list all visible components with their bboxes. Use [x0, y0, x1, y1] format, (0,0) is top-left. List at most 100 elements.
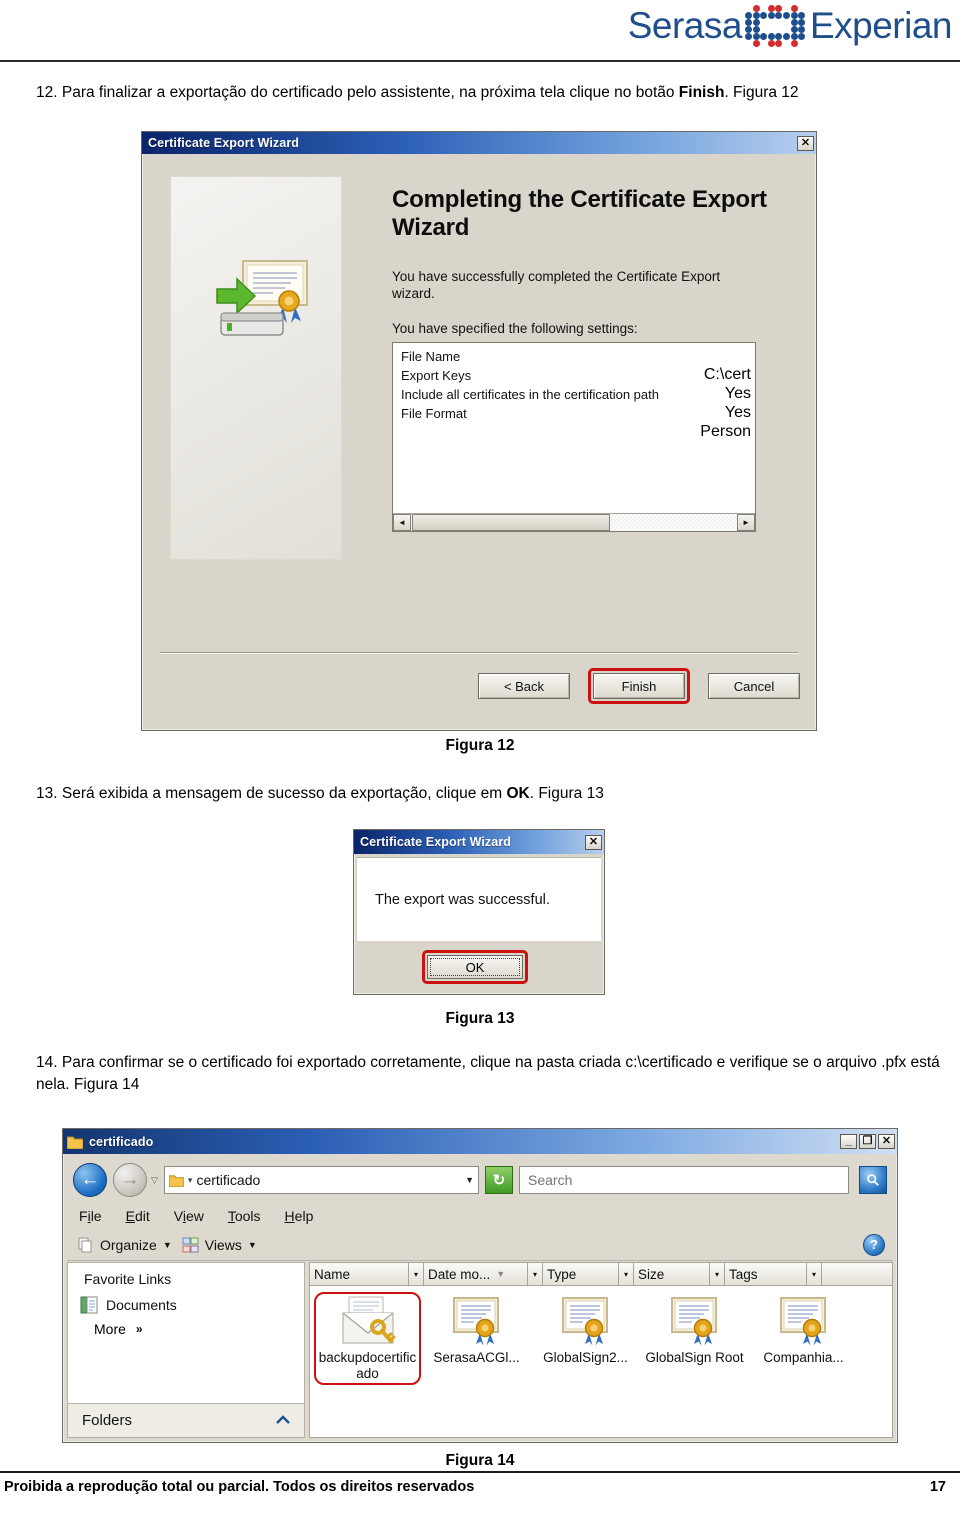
- views-button[interactable]: Views ▼: [182, 1237, 257, 1253]
- folders-label: Folders: [82, 1412, 133, 1429]
- chevron-down-icon[interactable]: ▼: [163, 1240, 172, 1250]
- sidebar-more-button[interactable]: More »: [68, 1317, 304, 1337]
- export-success-dialog[interactable]: Certificate Export Wizard ✕ The export w…: [353, 829, 605, 995]
- file-item[interactable]: backupdocertificado: [314, 1292, 421, 1385]
- column-header-size[interactable]: Size: [634, 1262, 710, 1286]
- views-icon: [182, 1237, 199, 1252]
- windows-explorer-window[interactable]: certificado _ ❐ ✕ ← → ▽ ▾ certificado ▼ …: [62, 1128, 898, 1443]
- setting-key: File Name: [401, 349, 461, 364]
- column-header-name[interactable]: Name: [309, 1262, 409, 1286]
- file-label: GlobalSign2...: [543, 1350, 628, 1365]
- help-icon[interactable]: ?: [863, 1233, 885, 1256]
- scroll-right-icon[interactable]: ►: [737, 514, 755, 531]
- file-label: backupdocertificado: [318, 1350, 417, 1381]
- close-icon[interactable]: ✕: [585, 834, 602, 850]
- close-icon[interactable]: ✕: [797, 135, 814, 151]
- menu-item-tools[interactable]: Tools: [228, 1208, 261, 1224]
- menu-item-edit[interactable]: Edit: [126, 1208, 150, 1224]
- setting-value: Person: [700, 423, 751, 440]
- column-filter-caret-icon[interactable]: ▾: [528, 1262, 543, 1286]
- refresh-icon[interactable]: ↻: [485, 1166, 513, 1194]
- setting-key: Export Keys: [401, 368, 472, 383]
- logo-text-serasa: Serasa: [627, 5, 743, 46]
- views-label: Views: [204, 1236, 242, 1253]
- sidebar-item-documents[interactable]: Documents: [68, 1293, 304, 1317]
- recent-pages-caret-icon[interactable]: ▽: [151, 1175, 158, 1186]
- maximize-icon[interactable]: ❐: [859, 1134, 876, 1149]
- column-header-tags[interactable]: Tags: [725, 1262, 807, 1286]
- close-icon[interactable]: ✕: [878, 1134, 895, 1149]
- chevron-double-right-icon: »: [135, 1322, 143, 1336]
- explorer-main: Favorite Links Documents More » Folders: [67, 1262, 893, 1438]
- certificate-icon: [452, 1297, 499, 1346]
- breadcrumb-separator-icon: ▾: [187, 1174, 193, 1185]
- step-12: 12. Para finalizar a exportação do certi…: [36, 82, 936, 104]
- address-dropdown-icon[interactable]: ▼: [465, 1175, 474, 1185]
- search-input[interactable]: [519, 1166, 849, 1194]
- step-12-text-after: . Figura 12: [724, 84, 799, 101]
- file-item[interactable]: GlobalSign2...: [532, 1292, 639, 1369]
- column-filter-caret-icon[interactable]: ▾: [409, 1262, 424, 1286]
- explorer-title: certificado: [89, 1134, 154, 1149]
- organize-icon: [78, 1237, 92, 1252]
- wizard-settings-listbox[interactable]: File Name C:\cert Export Keys Yes Include al…: [392, 342, 756, 532]
- organize-button[interactable]: Organize ▼: [77, 1237, 172, 1253]
- folder-icon: [168, 1174, 184, 1187]
- logo-text-experian: Experian: [809, 5, 953, 46]
- setting-key: Include all certificates in the certific…: [401, 387, 659, 402]
- more-label: More: [94, 1321, 126, 1337]
- column-header-datemo[interactable]: Date mo... ▼: [424, 1262, 528, 1286]
- explorer-titlebar: certificado _ ❐ ✕: [63, 1129, 897, 1154]
- msgbox-window-buttons: ✕: [585, 834, 602, 850]
- scrollbar-track[interactable]: [611, 514, 737, 531]
- scroll-left-icon[interactable]: ◄: [393, 514, 411, 531]
- explorer-menu-bar[interactable]: File Edit View Tools Help: [67, 1203, 893, 1229]
- address-input[interactable]: ▾ certificado ▼: [163, 1166, 479, 1194]
- cancel-button[interactable]: Cancel: [708, 673, 800, 699]
- serasa-experian-logo: Serasa Experian: [627, 2, 953, 50]
- column-header-type[interactable]: Type: [543, 1262, 619, 1286]
- chevron-up-icon[interactable]: [276, 1413, 290, 1428]
- file-item[interactable]: SerasaACGl...: [423, 1292, 530, 1369]
- certificate-export-wizard-window[interactable]: Certificate Export Wizard ✕ Completing t…: [141, 131, 817, 731]
- file-list[interactable]: backupdocertificado SerasaACGl... Global…: [309, 1286, 893, 1438]
- search-icon[interactable]: [859, 1166, 887, 1194]
- finish-button[interactable]: Finish: [593, 673, 685, 699]
- step-14-text-after: Figura 14: [69, 1076, 140, 1093]
- step-14-text-before: Para confirmar se o certificado foi expo…: [36, 1054, 940, 1093]
- msgbox-footer: OK: [357, 943, 601, 991]
- search-field[interactable]: [526, 1171, 842, 1189]
- settings-horizontal-scrollbar[interactable]: ◄ ►: [393, 513, 755, 531]
- minimize-icon[interactable]: _: [840, 1134, 857, 1149]
- settings-row[interactable]: File Name C:\cert: [393, 347, 755, 383]
- ok-button[interactable]: OK: [427, 955, 523, 979]
- chevron-down-icon[interactable]: ▼: [248, 1240, 257, 1250]
- settings-row[interactable]: Export Keys Yes: [393, 366, 755, 402]
- ok-button-highlight: OK: [422, 950, 528, 984]
- file-item[interactable]: GlobalSign Root: [641, 1292, 748, 1369]
- step-13-text-before: Será exibida a mensagem de sucesso da ex…: [61, 785, 507, 802]
- settings-row[interactable]: Include all certificates in the certific…: [393, 385, 755, 421]
- column-filter-caret-icon[interactable]: ▾: [710, 1262, 725, 1286]
- back-button[interactable]: < Back: [478, 673, 570, 699]
- wizard-settings-intro: You have specified the following setting…: [392, 321, 638, 336]
- menu-item-help[interactable]: Help: [285, 1208, 314, 1224]
- organize-label: Organize: [100, 1236, 157, 1253]
- menu-item-file[interactable]: File: [79, 1208, 102, 1224]
- breadcrumb[interactable]: certificado: [196, 1172, 260, 1188]
- column-filter-caret-icon[interactable]: ▾: [807, 1262, 822, 1286]
- file-item[interactable]: Companhia...: [750, 1292, 857, 1369]
- column-header-filler: [822, 1262, 893, 1286]
- msgbox-message-area: The export was successful.: [357, 857, 601, 941]
- certificate-icon: [670, 1297, 717, 1346]
- wizard-heading: Completing the Certificate Export Wizard: [392, 186, 767, 241]
- file-list-column-headers[interactable]: Name ▾ Date mo... ▼ ▾ Type ▾ Size ▾ Tags ▾: [309, 1262, 893, 1286]
- folders-pane-header[interactable]: Folders: [67, 1404, 305, 1438]
- scrollbar-thumb[interactable]: [412, 514, 610, 531]
- forward-navigation-icon[interactable]: →: [113, 1163, 147, 1197]
- settings-row[interactable]: File Format Person: [393, 404, 755, 440]
- header-divider: [0, 60, 960, 62]
- menu-item-view[interactable]: View: [174, 1208, 204, 1224]
- column-filter-caret-icon[interactable]: ▾: [619, 1262, 634, 1286]
- back-navigation-icon[interactable]: ←: [73, 1163, 107, 1197]
